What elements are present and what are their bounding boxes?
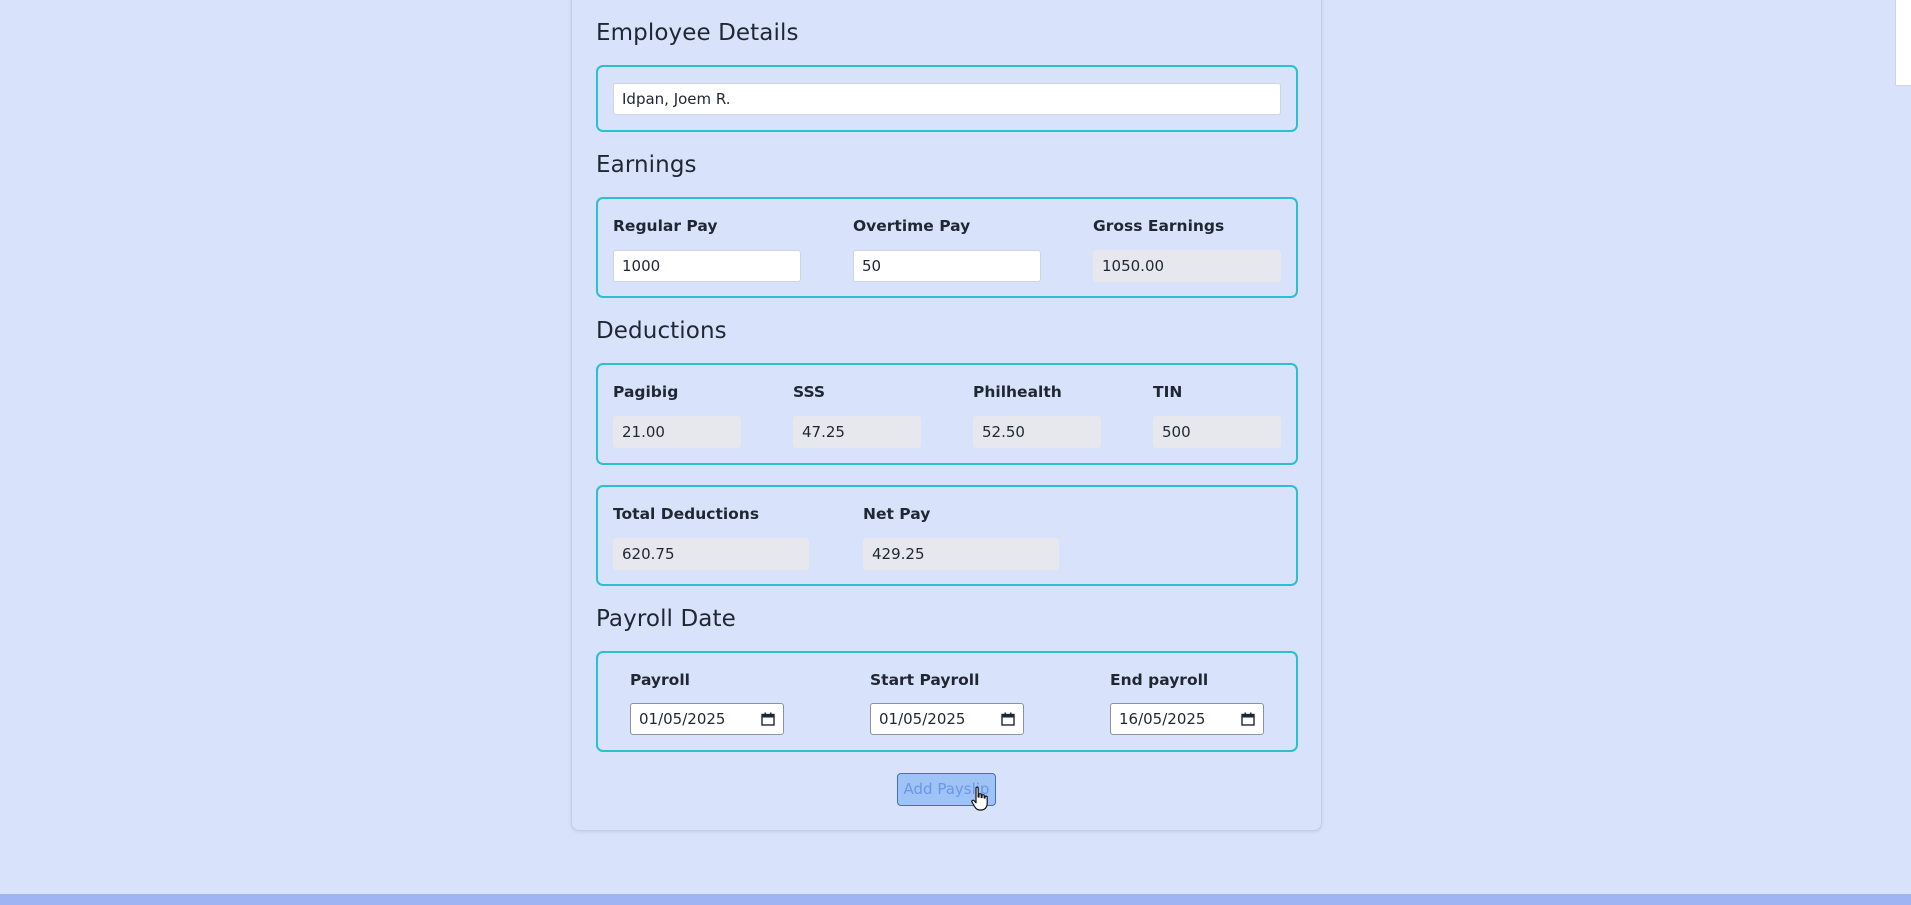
hand-pointer-icon [971,786,988,811]
end-payroll-label: End payroll [1110,671,1209,689]
start-payroll-label: Start Payroll [870,671,980,689]
regular-pay-label: Regular Pay [613,217,718,235]
deductions-heading: Deductions [596,318,727,344]
payroll-date-input[interactable]: 01/05/2025 [630,703,784,735]
net-pay-field: 429.25 [863,538,1059,570]
pagibig-field: 21.00 [613,416,741,448]
earnings-heading: Earnings [596,152,697,178]
philhealth-field: 52.50 [973,416,1101,448]
regular-pay-input[interactable]: 1000 [613,250,801,282]
pagibig-label: Pagibig [613,383,679,401]
end-payroll-date-input[interactable]: 16/05/2025 [1110,703,1264,735]
earnings-fieldset: Regular Pay 1000 Overtime Pay 50 Gross E… [596,197,1298,298]
net-pay-label: Net Pay [863,505,931,523]
total-deductions-label: Total Deductions [613,505,760,523]
payroll-label: Payroll [630,671,690,689]
total-deductions-field: 620.75 [613,538,809,570]
philhealth-label: Philhealth [973,383,1062,401]
payroll-date-fieldset: Payroll 01/05/2025 Start Payroll 01/05/2… [596,651,1298,752]
gross-earnings-field: 1050.00 [1093,250,1281,282]
sss-field: 47.25 [793,416,921,448]
overtime-pay-label: Overtime Pay [853,217,971,235]
next-section-edge [0,894,1911,905]
overtime-pay-input[interactable]: 50 [853,250,1041,282]
employee-details-heading: Employee Details [596,20,799,46]
calendar-icon[interactable] [1001,712,1015,726]
tin-field: 500 [1153,416,1281,448]
deductions-fieldset: Pagibig 21.00 SSS 47.25 Philhealth 52.50… [596,363,1298,465]
end-payroll-date-value: 16/05/2025 [1119,710,1206,728]
payroll-date-heading: Payroll Date [596,606,736,632]
calendar-icon[interactable] [761,712,775,726]
employee-details-fieldset: Idpan, Joem R. [596,65,1298,132]
tin-label: TIN [1153,383,1183,401]
employee-name-input[interactable]: Idpan, Joem R. [613,83,1281,115]
gross-earnings-label: Gross Earnings [1093,217,1225,235]
totals-fieldset: Total Deductions 620.75 Net Pay 429.25 [596,485,1298,586]
payroll-date-value: 01/05/2025 [639,710,726,728]
calendar-icon[interactable] [1241,712,1255,726]
vertical-scrollbar[interactable] [1895,0,1911,86]
start-payroll-date-value: 01/05/2025 [879,710,966,728]
sss-label: SSS [793,383,826,401]
start-payroll-date-input[interactable]: 01/05/2025 [870,703,1024,735]
